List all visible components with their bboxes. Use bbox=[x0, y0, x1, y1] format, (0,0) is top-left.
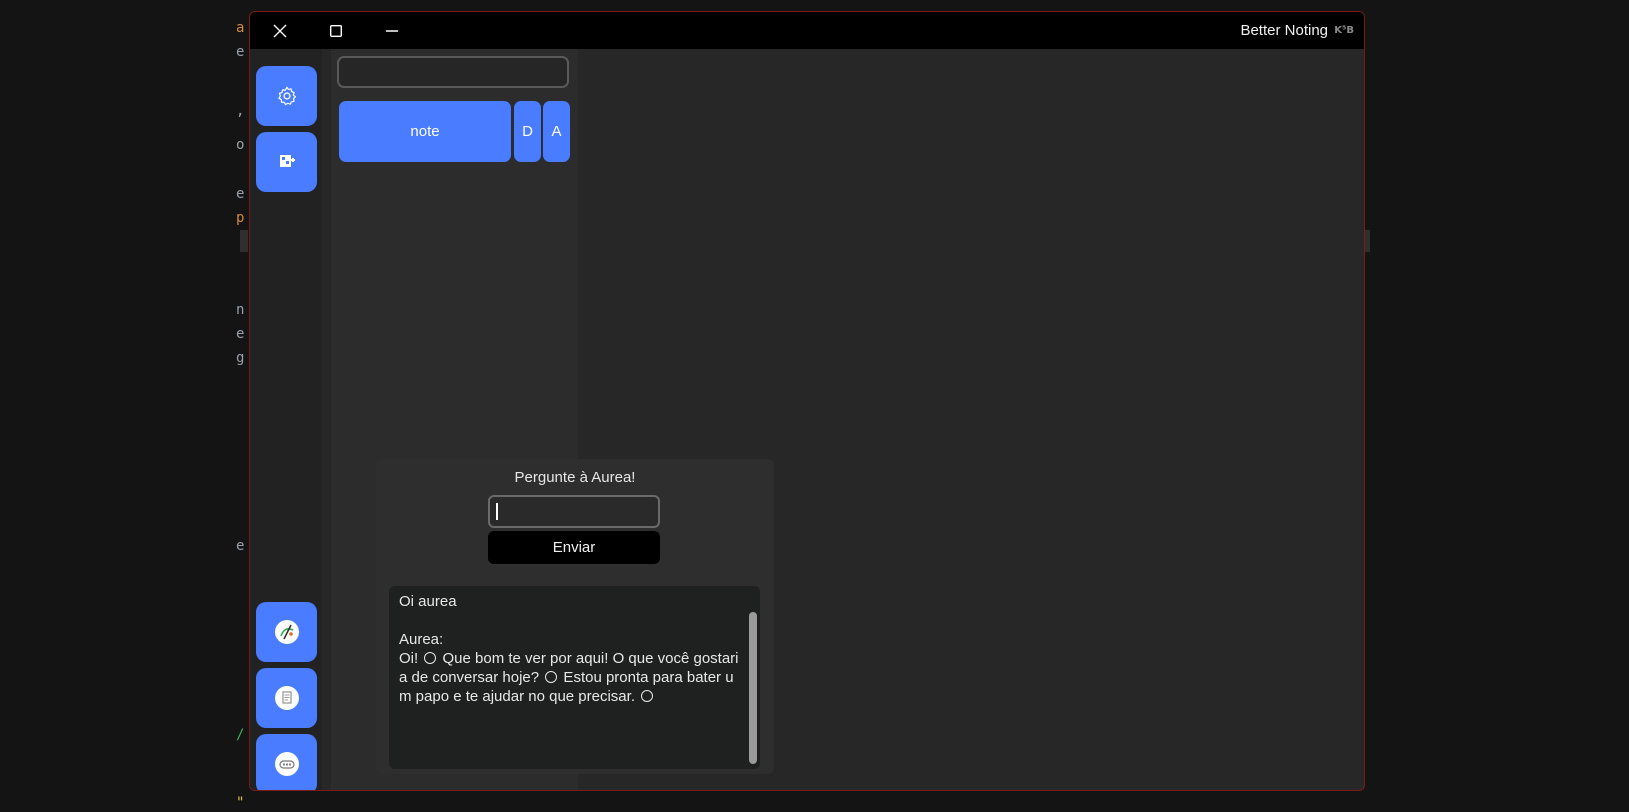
wink-emoji-icon bbox=[641, 690, 654, 702]
background-code-glyph: " bbox=[236, 795, 245, 811]
chat-log[interactable]: Oi aurea Aurea: Oi! Que bom te ver por a… bbox=[389, 586, 760, 769]
search-input[interactable] bbox=[337, 56, 569, 88]
app-window: Better Noting K⁵B note D A Pergunte à Au… bbox=[249, 11, 1365, 791]
add-note-icon bbox=[279, 155, 295, 167]
draw-button[interactable] bbox=[256, 602, 317, 662]
note-edit-button[interactable]: A bbox=[543, 101, 570, 162]
background-code-glyph: e bbox=[236, 44, 245, 60]
grin-emoji-icon bbox=[424, 652, 437, 664]
close-icon bbox=[273, 24, 287, 37]
gear-icon bbox=[277, 86, 296, 106]
titlebar: Better Noting K⁵B bbox=[250, 12, 1364, 49]
chat-icon bbox=[274, 752, 299, 776]
background-editor-bar bbox=[1365, 230, 1370, 252]
document-button[interactable] bbox=[256, 668, 317, 728]
background-code-glyph: , bbox=[236, 103, 245, 119]
draw-icon bbox=[274, 620, 299, 644]
send-button[interactable]: Enviar bbox=[488, 531, 660, 564]
smile-emoji-icon bbox=[545, 671, 558, 683]
chat-panel: Pergunte à Aurea! Enviar Oi aurea Aurea:… bbox=[376, 459, 774, 774]
background-editor-bar bbox=[240, 230, 248, 252]
text-caret bbox=[496, 503, 498, 520]
settings-button[interactable] bbox=[256, 66, 317, 126]
background-code-glyph: g bbox=[236, 350, 245, 366]
minimize-button[interactable] bbox=[372, 12, 412, 49]
close-button[interactable] bbox=[260, 12, 300, 49]
add-note-button[interactable] bbox=[256, 132, 317, 192]
background-code-glyph: p bbox=[236, 210, 245, 226]
reply-part: Oi! bbox=[399, 650, 423, 667]
document-icon bbox=[274, 686, 299, 710]
background-code-glyph: e bbox=[236, 186, 245, 202]
note-item-label: note bbox=[410, 123, 440, 140]
note-item-button[interactable]: note bbox=[339, 101, 511, 162]
background-code-glyph: e bbox=[236, 538, 245, 554]
chat-button[interactable] bbox=[256, 734, 317, 790]
chat-scrollbar[interactable] bbox=[749, 612, 757, 764]
chat-input[interactable] bbox=[488, 495, 660, 528]
note-delete-button[interactable]: D bbox=[514, 101, 541, 162]
maximize-button[interactable] bbox=[316, 12, 356, 49]
maximize-icon bbox=[330, 24, 342, 37]
background-code-glyph: / bbox=[236, 727, 245, 743]
note-delete-label: D bbox=[522, 123, 533, 140]
assistant-name: Aurea: bbox=[399, 631, 444, 648]
chat-transcript: Oi aurea Aurea: Oi! Que bom te ver por a… bbox=[399, 592, 744, 706]
chat-title: Pergunte à Aurea! bbox=[514, 469, 636, 486]
background-code-glyph: n bbox=[236, 302, 245, 318]
minimize-icon bbox=[386, 29, 398, 32]
background-code-glyph: o bbox=[236, 137, 245, 153]
note-edit-label: A bbox=[551, 123, 562, 140]
app-badge: K⁵B bbox=[1334, 25, 1354, 36]
user-message: Oi aurea bbox=[399, 593, 457, 610]
background-code-glyph: a bbox=[236, 20, 245, 36]
sidebar bbox=[250, 49, 322, 790]
send-button-label: Enviar bbox=[552, 539, 596, 556]
background-code-glyph: e bbox=[236, 326, 245, 342]
app-title: Better Noting bbox=[1240, 22, 1328, 39]
